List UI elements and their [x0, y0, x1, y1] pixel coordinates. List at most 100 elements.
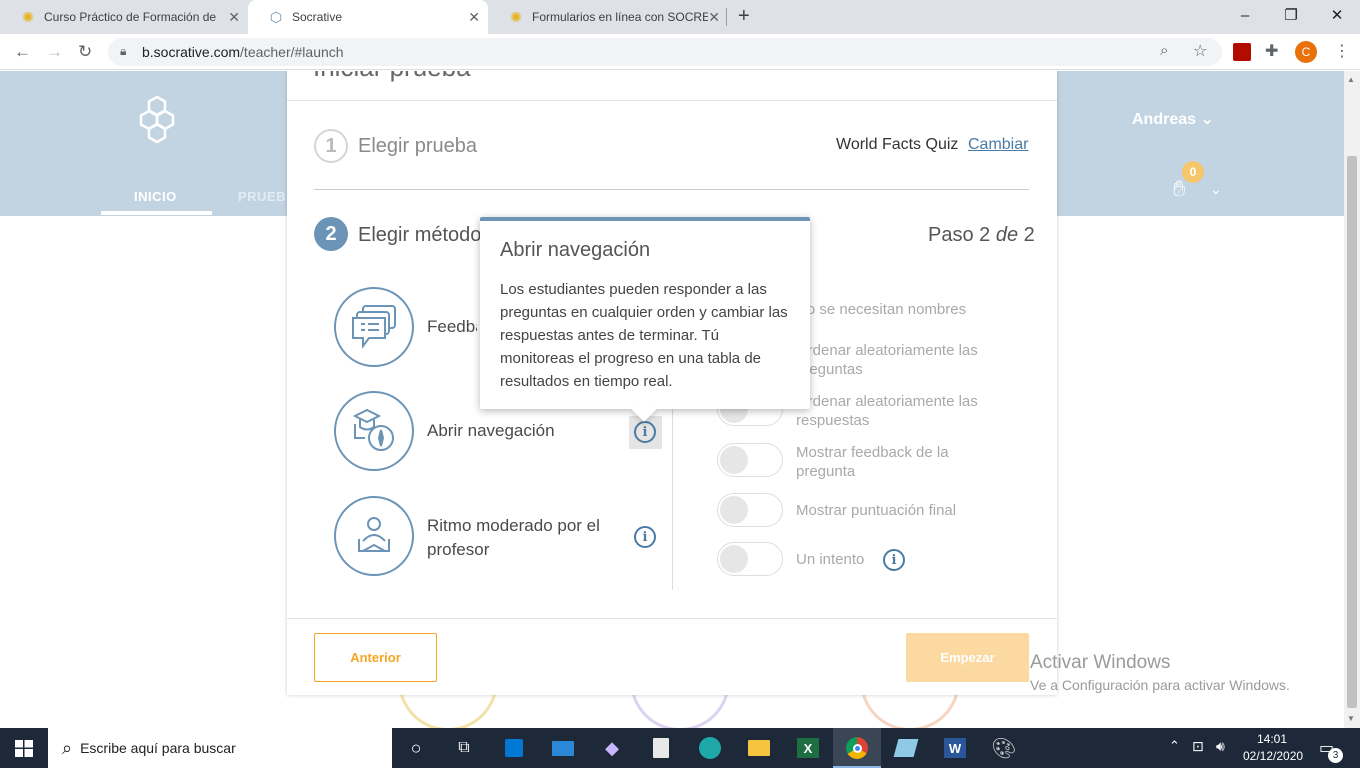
close-tab-icon[interactable]: ✕ — [708, 9, 720, 26]
scrollbar-thumb[interactable] — [1347, 156, 1357, 708]
mail-icon[interactable] — [539, 728, 587, 768]
paint-icon[interactable]: 🎨︎ — [980, 728, 1028, 768]
change-quiz-link[interactable]: Cambiar — [968, 136, 1028, 154]
lock-icon[interactable]: 🔒︎ — [120, 44, 126, 59]
activate-windows-title: Activar Windows — [1030, 652, 1171, 673]
step-text-of: de — [995, 224, 1019, 246]
edge-icon[interactable] — [686, 728, 734, 768]
open-navigation-tooltip: Abrir navegación Los estudiantes pueden … — [480, 217, 810, 422]
calculator-icon[interactable] — [637, 728, 685, 768]
browser-tab[interactable]: ✺ Formularios en línea con SOCRE ✕ — [488, 0, 728, 34]
step-1-number: 1 — [314, 129, 348, 163]
word-icon[interactable]: W — [931, 728, 979, 768]
step-2-title: Elegir método — [358, 224, 482, 246]
tab-title: Formularios en línea con SOCRE — [532, 10, 708, 24]
nav-pruebas[interactable]: PRUEB — [238, 189, 286, 204]
toggle-knob — [720, 545, 748, 573]
window-close-icon[interactable]: ✕ — [1314, 0, 1360, 30]
url-host: b.socrative.com — [142, 44, 241, 60]
socrative-favicon-icon: ⬡ — [269, 8, 283, 25]
option-one-attempt-label: Un intento — [796, 551, 865, 568]
cortana-icon[interactable]: ○ — [392, 728, 440, 768]
clock[interactable]: 14:01 02/12/2020 — [1243, 732, 1304, 763]
clock-time: 14:01 — [1256, 732, 1288, 746]
clock-date: 02/12/2020 — [1243, 749, 1304, 763]
taskbar-search-box[interactable]: ⌕ Escribe aquí para buscar — [48, 728, 392, 768]
windows-start-icon[interactable] — [15, 740, 33, 757]
store-icon[interactable] — [490, 728, 538, 768]
url-path: /teacher/#launch — [240, 44, 344, 60]
method-feedback-option[interactable] — [334, 287, 414, 367]
toggle-knob — [720, 496, 748, 524]
profile-avatar[interactable]: C — [1295, 41, 1317, 63]
url-text[interactable]: b.socrative.com/teacher/#launch — [142, 44, 344, 60]
restore-icon[interactable]: ❐ — [1268, 0, 1314, 30]
socrative-logo-icon[interactable] — [134, 93, 180, 143]
method-open-navigation-option[interactable] — [334, 391, 414, 471]
one-attempt-toggle[interactable] — [717, 542, 783, 576]
pdf-extension-icon[interactable] — [1233, 43, 1251, 61]
start-button[interactable]: Empezar — [906, 633, 1029, 682]
step-2-number: 2 — [314, 217, 348, 251]
network-icon[interactable]: ⊡ — [1192, 738, 1204, 755]
chat-bubbles-icon — [352, 305, 396, 349]
chevron-down-icon: ⌄ — [1200, 111, 1214, 128]
step-text: Paso 2 — [928, 224, 996, 246]
step-1-title: Elegir prueba — [358, 135, 477, 157]
onenote-icon[interactable]: ◆ — [588, 728, 636, 768]
compass-graduate-icon — [352, 408, 394, 451]
new-tab-button[interactable]: + — [738, 5, 750, 28]
minimize-icon[interactable]: – — [1222, 0, 1268, 30]
app-icon[interactable] — [882, 728, 930, 768]
bookmark-star-icon[interactable]: ☆ — [1193, 41, 1207, 61]
option-shuffle-questions-label: Ordenar aleatoriamente las preguntas — [796, 342, 978, 378]
toggle-knob — [720, 446, 748, 474]
user-name: Andreas — [1132, 111, 1197, 128]
nav-inicio[interactable]: INICIO — [134, 189, 177, 204]
activate-windows-subtitle: Ve a Configuración para activar Windows. — [1030, 677, 1290, 693]
forward-icon[interactable]: → — [46, 42, 63, 62]
back-icon[interactable]: ← — [14, 42, 31, 62]
extensions-puzzle-icon[interactable]: ✚ — [1265, 41, 1278, 61]
close-tab-icon[interactable]: ✕ — [228, 9, 240, 26]
browser-tab-active[interactable]: ⬡ Socrative ✕ — [248, 0, 488, 34]
hand-raise-icon[interactable]: ✋︎ — [1173, 176, 1186, 202]
browser-tab[interactable]: ✺ Curso Práctico de Formación de ✕ — [0, 0, 248, 34]
option-question-feedback-label: Mostrar feedback de la pregunta — [796, 444, 949, 480]
close-tab-icon[interactable]: ✕ — [468, 9, 480, 26]
file-explorer-icon[interactable] — [735, 728, 783, 768]
open-navigation-info-icon[interactable]: i — [634, 421, 656, 443]
divider — [287, 100, 1057, 101]
chrome-icon[interactable] — [833, 728, 881, 768]
search-placeholder: Escribe aquí para buscar — [80, 740, 236, 756]
sun-favicon-icon: ✺ — [510, 8, 522, 25]
user-menu[interactable]: Andreas ⌄ — [1132, 109, 1214, 129]
search-icon: ⌕ — [62, 737, 73, 758]
menu-kebab-icon[interactable]: ⋮ — [1334, 41, 1350, 61]
scroll-up-icon[interactable]: ▲ — [1347, 75, 1355, 84]
teacher-icon — [358, 517, 390, 552]
chevron-down-icon[interactable]: ⌄ — [1210, 181, 1222, 198]
one-attempt-info-icon[interactable]: i — [883, 549, 905, 571]
method-teacher-paced-label[interactable]: Ritmo moderado por el profesor — [427, 514, 627, 562]
question-feedback-toggle[interactable] — [717, 443, 783, 477]
final-score-toggle[interactable] — [717, 493, 783, 527]
method-teacher-paced-option[interactable] — [334, 496, 414, 576]
tooltip-body: Los estudiantes pueden responder a las p… — [500, 281, 788, 390]
task-view-icon[interactable]: ⧉ — [440, 728, 488, 768]
tab-separator — [726, 8, 727, 26]
previous-button[interactable]: Anterior — [314, 633, 437, 682]
option-final-score-label: Mostrar puntuación final — [796, 502, 957, 519]
divider — [287, 618, 1057, 619]
volume-icon[interactable]: 🔊︎ — [1216, 738, 1225, 755]
method-open-navigation-label[interactable]: Abrir navegación — [427, 421, 555, 441]
excel-icon[interactable]: X — [784, 728, 832, 768]
zoom-icon[interactable]: ⌕ — [1160, 42, 1168, 59]
method-feedback-label[interactable]: Feedback instantáneo — [427, 317, 477, 337]
reload-icon[interactable]: ↻ — [78, 42, 92, 62]
tab-title: Socrative — [292, 10, 343, 24]
scroll-down-icon[interactable]: ▼ — [1347, 714, 1355, 723]
show-hidden-icons-icon[interactable]: ⌃ — [1169, 738, 1180, 754]
teacher-paced-info-icon[interactable]: i — [634, 526, 656, 548]
tab-title: Curso Práctico de Formación de — [44, 10, 217, 24]
